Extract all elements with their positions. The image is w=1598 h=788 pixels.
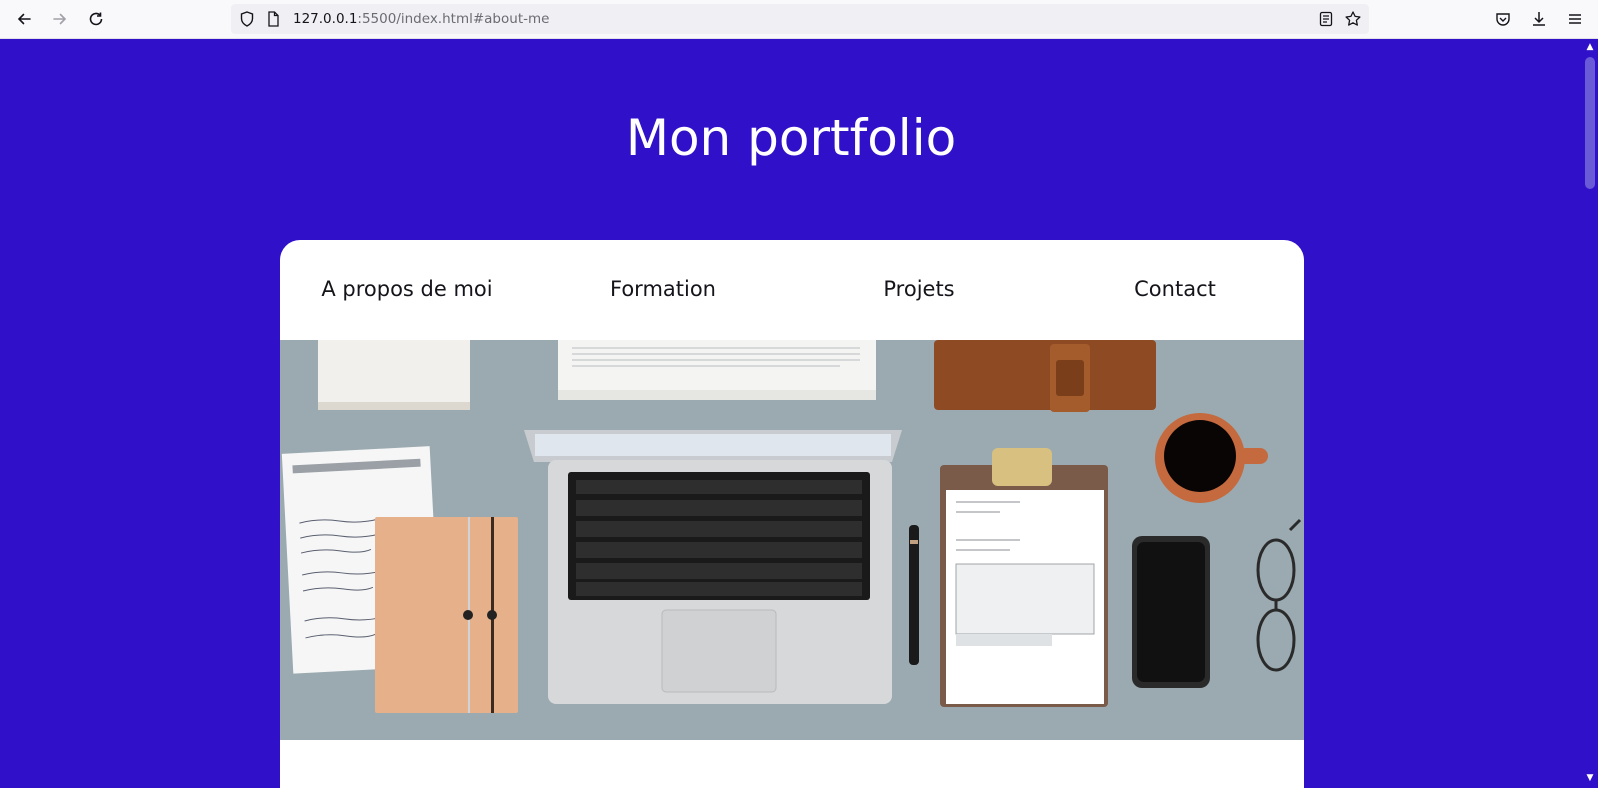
nav-item-projects[interactable]: Projets [883, 277, 954, 301]
nav-item-contact[interactable]: Contact [1134, 277, 1216, 301]
reader-view-icon[interactable] [1316, 9, 1336, 29]
reload-icon[interactable] [86, 9, 106, 29]
shield-icon[interactable] [237, 9, 257, 29]
scroll-thumb[interactable] [1585, 57, 1595, 189]
page-scrollbar[interactable]: ▲ ▼ [1582, 39, 1598, 788]
pocket-icon[interactable] [1493, 9, 1513, 29]
desk-workspace-photo [280, 340, 1304, 740]
content-card: A propos de moi Formation Projets Contac… [280, 240, 1304, 788]
page-title: Mon portfolio [625, 109, 957, 167]
url-text[interactable]: 127.0.0.1:5500/index.html#about-me [293, 11, 549, 27]
scroll-down-icon[interactable]: ▼ [1585, 773, 1595, 783]
page-viewport: Mon portfolio A propos de moi Formation … [0, 39, 1582, 788]
main-nav: A propos de moi Formation Projets Contac… [280, 240, 1304, 340]
forward-icon[interactable] [50, 9, 70, 29]
back-icon[interactable] [14, 9, 34, 29]
scroll-up-icon[interactable]: ▲ [1585, 42, 1595, 52]
download-icon[interactable] [1529, 9, 1549, 29]
nav-item-about[interactable]: A propos de moi [321, 277, 492, 301]
hero-image [280, 340, 1304, 740]
menu-icon[interactable] [1565, 9, 1585, 29]
browser-toolbar: 127.0.0.1:5500/index.html#about-me [0, 0, 1598, 39]
nav-item-formation[interactable]: Formation [610, 277, 716, 301]
page-icon [263, 9, 283, 29]
url-bar[interactable]: 127.0.0.1:5500/index.html#about-me [231, 4, 1369, 34]
bookmark-star-icon[interactable] [1343, 9, 1363, 29]
